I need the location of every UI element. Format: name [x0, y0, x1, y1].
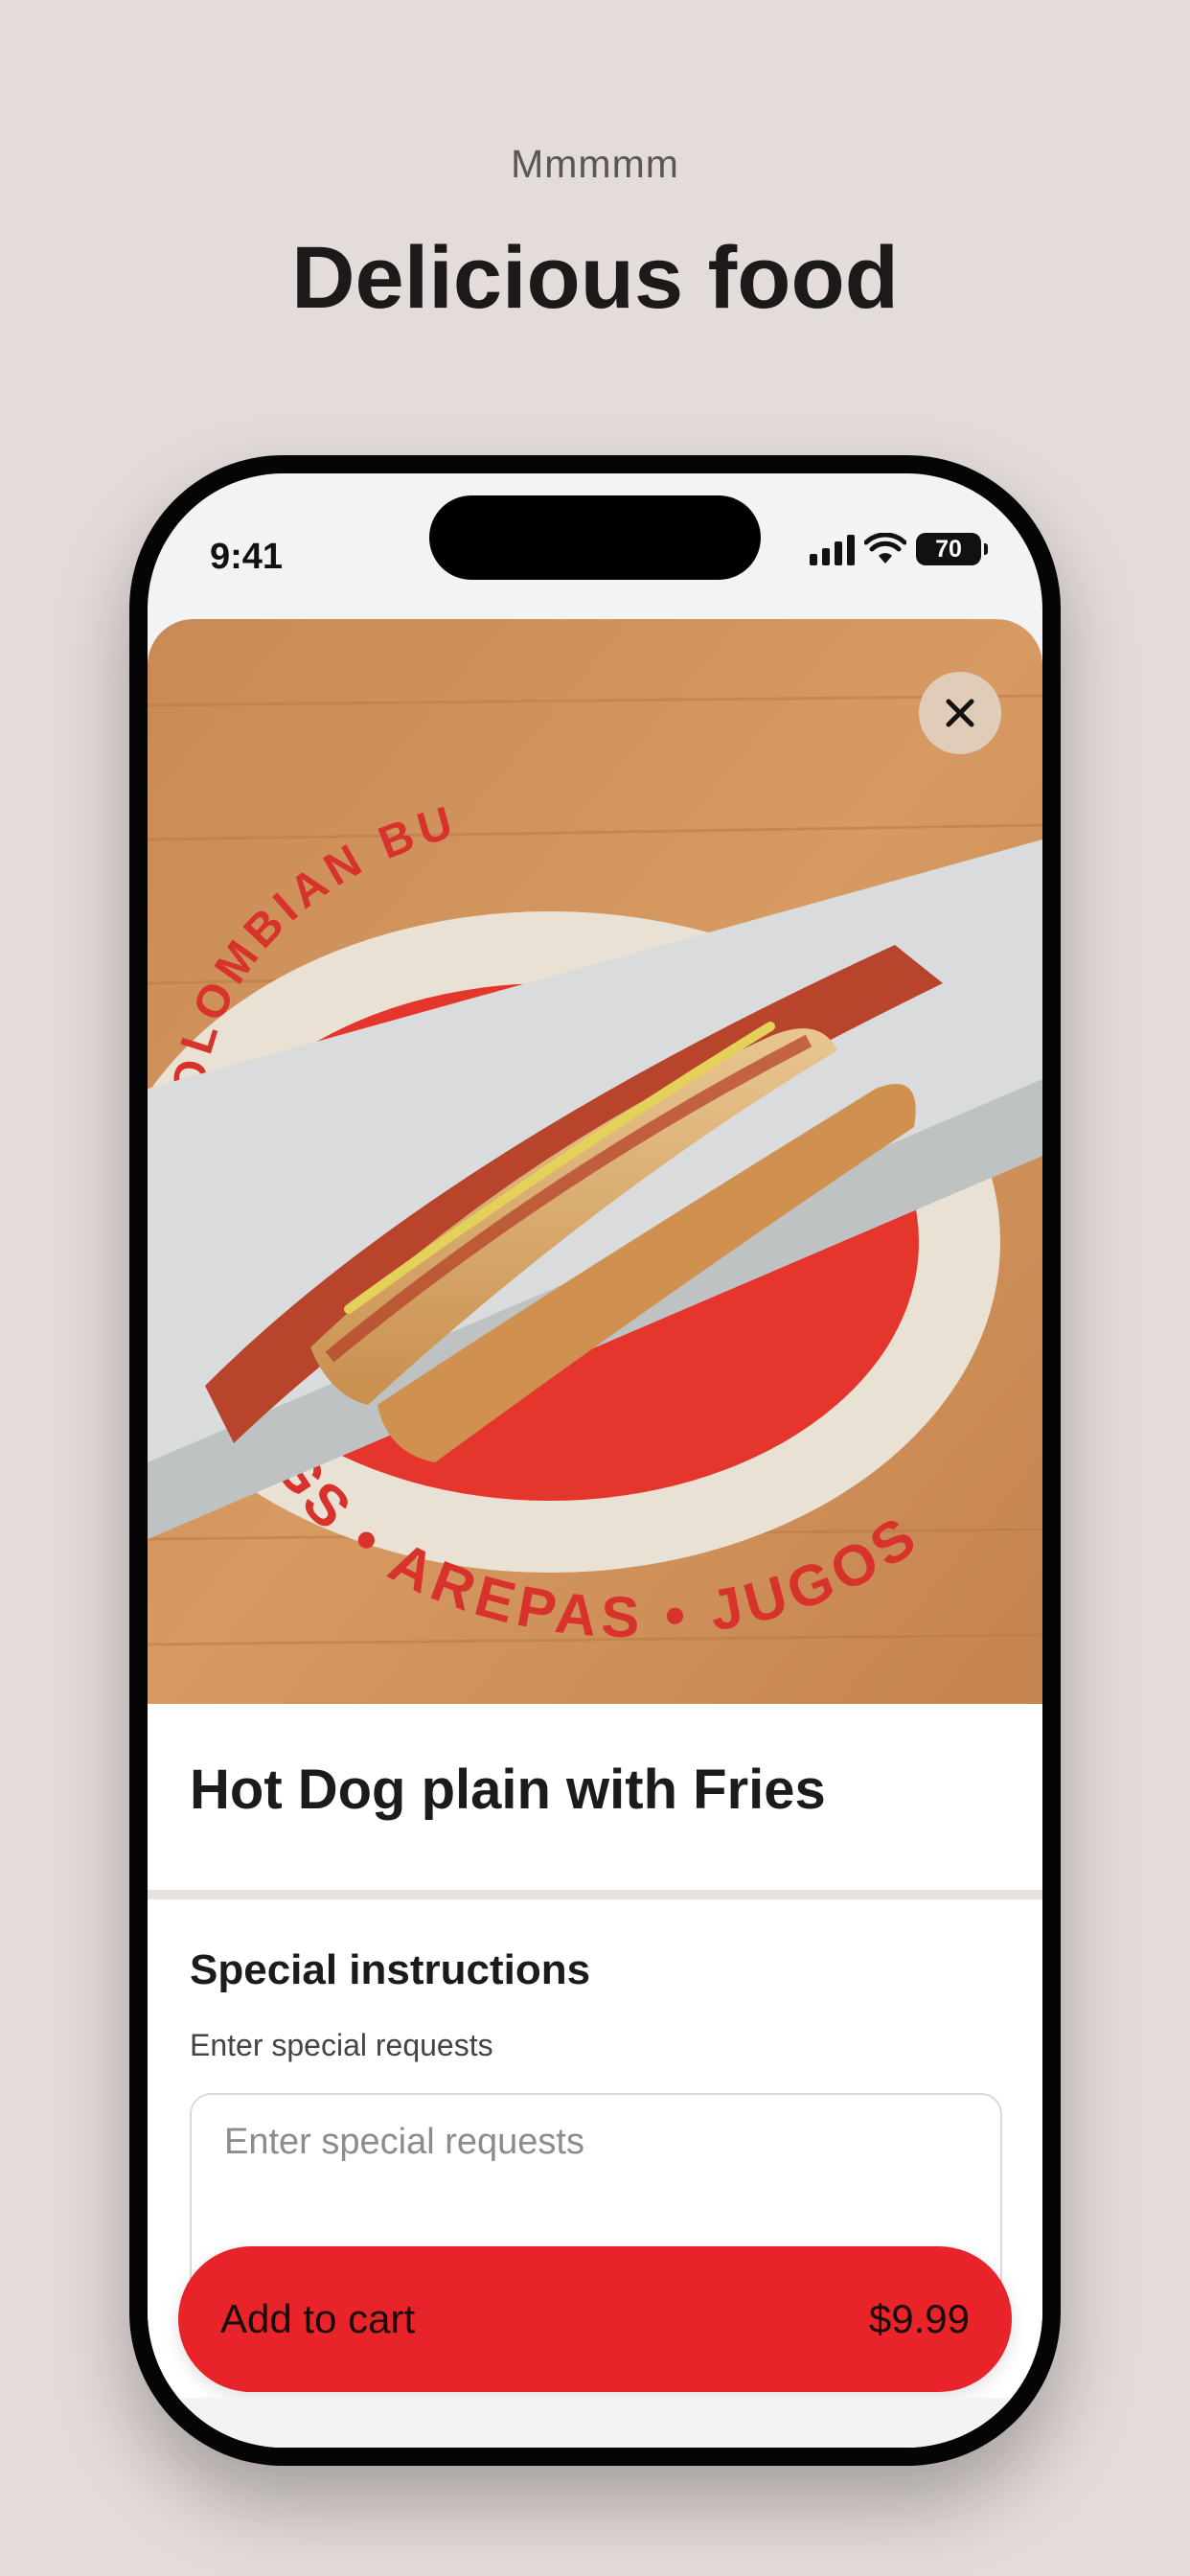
special-instructions-title: Special instructions — [190, 1946, 591, 1993]
close-button[interactable] — [919, 672, 1001, 754]
section-divider — [148, 1890, 1042, 1899]
item-title: Hot Dog plain with Fries — [190, 1759, 826, 1821]
close-icon — [946, 699, 974, 727]
price-label: $9.99 — [868, 2296, 970, 2341]
eyebrow-text: Mmmmm — [511, 142, 679, 186]
phone-screen: 9:41 70 OLOMBIAN BU GS • AREPAS • JUGOS … — [148, 473, 1042, 2448]
page-headline: Delicious food — [291, 229, 899, 327]
add-to-cart-button[interactable]: Add to cart $9.99 — [178, 2246, 1012, 2392]
cellular-signal-icon — [810, 533, 855, 565]
battery-icon: 70 — [916, 533, 988, 565]
special-instructions-label: Enter special requests — [190, 2028, 493, 2062]
phone-frame: 9:41 70 OLOMBIAN BU GS • AREPAS • JUGOS … — [129, 455, 1061, 2466]
bottom-safe-area — [148, 2398, 1042, 2448]
status-time: 9:41 — [210, 537, 284, 577]
product-photo: COLOMBIAN BU GS • AREPAS • JUGOS — [148, 619, 1042, 1704]
item-detail-sheet: COLOMBIAN BU GS • AREPAS • JUGOS Hot Dog… — [148, 619, 1042, 2448]
status-icons: 70 — [810, 533, 988, 565]
dynamic-island — [429, 495, 761, 580]
add-to-cart-label: Add to cart — [220, 2296, 416, 2341]
wifi-icon — [864, 533, 906, 564]
